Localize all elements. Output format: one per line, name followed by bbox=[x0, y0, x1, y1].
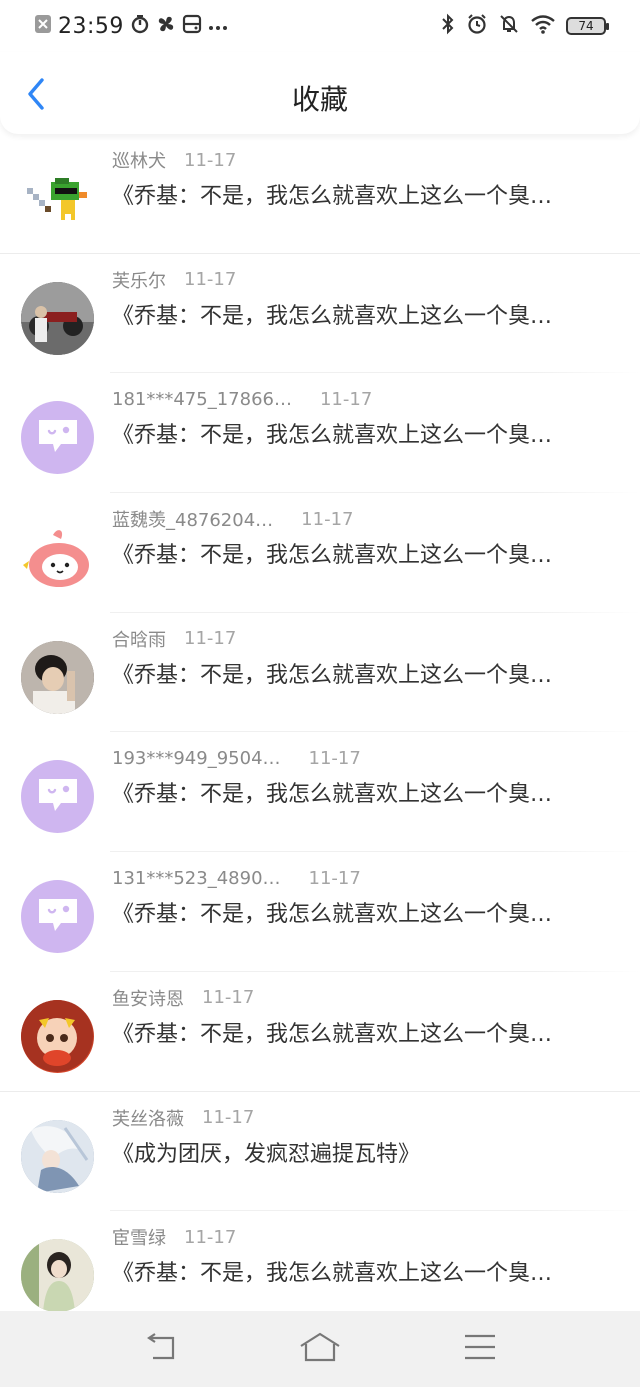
item-meta: 鱼安诗恩 11-17 bbox=[112, 985, 254, 1011]
item-title[interactable]: 《乔基：不是，我怎么就喜欢上这么一个臭… bbox=[112, 1255, 602, 1287]
status-bar: 23:59 74 bbox=[0, 0, 640, 52]
item-title[interactable]: 《乔基：不是，我怎么就喜欢上这么一个臭… bbox=[112, 417, 602, 449]
username[interactable]: 鱼安诗恩 bbox=[112, 985, 184, 1011]
item-title[interactable]: 《乔基：不是，我怎么就喜欢上这么一个臭… bbox=[112, 896, 602, 928]
item-meta: 巡林犬 11-17 bbox=[112, 147, 236, 173]
system-menu-button[interactable] bbox=[460, 1331, 500, 1367]
date: 11-17 bbox=[184, 1226, 237, 1248]
item-title[interactable]: 《成为团厌，发疯怼遍提瓦特》 bbox=[112, 1136, 602, 1168]
date: 11-17 bbox=[319, 388, 373, 410]
item-title[interactable]: 《乔基：不是，我怎么就喜欢上这么一个臭… bbox=[112, 178, 602, 210]
date: 11-17 bbox=[184, 269, 237, 291]
item-meta: 181***475_17866… 11-17 bbox=[112, 386, 372, 412]
list-item[interactable]: 蓝魏羡_4876204… 11-17 《乔基：不是，我怎么就喜欢上这么一个臭… bbox=[0, 493, 640, 613]
item-meta: 131***523_4890… 11-17 bbox=[112, 865, 361, 891]
item-meta: 合晗雨 11-17 bbox=[112, 626, 236, 652]
username[interactable]: 芙丝洛薇 bbox=[112, 1105, 184, 1131]
list-item[interactable]: 宦雪绿 11-17 《乔基：不是，我怎么就喜欢上这么一个臭… bbox=[0, 1211, 640, 1311]
item-title[interactable]: 《乔基：不是，我怎么就喜欢上这么一个臭… bbox=[112, 298, 602, 330]
battery-indicator: 74 bbox=[566, 17, 609, 35]
list-item[interactable]: 131***523_4890… 11-17 《乔基：不是，我怎么就喜欢上这么一个… bbox=[0, 852, 640, 972]
item-meta: 宦雪绿 11-17 bbox=[112, 1224, 236, 1250]
avatar bbox=[21, 521, 94, 595]
date: 11-17 bbox=[308, 747, 361, 769]
avatar bbox=[21, 401, 94, 475]
avatar bbox=[21, 640, 94, 714]
list-item[interactable]: 193***949_9504… 11-17 《乔基：不是，我怎么就喜欢上这么一个… bbox=[0, 732, 640, 852]
username[interactable]: 131***523_4890… bbox=[112, 868, 281, 889]
fan-icon bbox=[156, 14, 176, 38]
date: 11-17 bbox=[202, 1107, 255, 1128]
avatar bbox=[21, 880, 94, 954]
system-home-button[interactable] bbox=[300, 1331, 340, 1367]
item-title[interactable]: 《乔基：不是，我怎么就喜欢上这么一个臭… bbox=[112, 1016, 602, 1048]
bluetooth-icon bbox=[440, 13, 456, 39]
default-avatar-icon bbox=[35, 775, 81, 819]
timer-icon bbox=[130, 14, 150, 38]
alarm-icon bbox=[466, 13, 488, 39]
mute-icon bbox=[498, 13, 520, 39]
notification-close-icon bbox=[34, 14, 52, 38]
status-time: 23:59 bbox=[58, 13, 124, 39]
date: 11-17 bbox=[184, 628, 237, 650]
status-left: 23:59 bbox=[34, 12, 228, 40]
username[interactable]: 蓝魏羡_4876204… bbox=[112, 506, 273, 532]
username[interactable]: 巡林犬 bbox=[112, 147, 166, 173]
item-meta: 芙丝洛薇 11-17 bbox=[112, 1105, 254, 1131]
date: 11-17 bbox=[301, 508, 354, 530]
date: 11-17 bbox=[202, 987, 255, 1009]
status-right: 74 bbox=[440, 12, 609, 40]
nav-bar: 收藏 bbox=[0, 52, 640, 134]
item-title[interactable]: 《乔基：不是，我怎么就喜欢上这么一个臭… bbox=[112, 776, 602, 808]
list-item[interactable]: 芙丝洛薇 11-17 《成为团厌，发疯怼遍提瓦特》 bbox=[0, 1092, 640, 1212]
list-item[interactable]: 合晗雨 11-17 《乔基：不是，我怎么就喜欢上这么一个臭… bbox=[0, 613, 640, 733]
username[interactable]: 合晗雨 bbox=[112, 626, 166, 652]
avatar bbox=[21, 281, 94, 355]
username[interactable]: 宦雪绿 bbox=[112, 1224, 166, 1250]
favorites-list: 巡林犬 11-17 《乔基：不是，我怎么就喜欢上这么一个臭… 芙乐尔 11-17… bbox=[0, 134, 640, 1311]
list-item[interactable]: 芙乐尔 11-17 《乔基：不是，我怎么就喜欢上这么一个臭… bbox=[0, 254, 640, 374]
storage-icon bbox=[182, 14, 202, 38]
list-item[interactable]: 181***475_17866… 11-17 《乔基：不是，我怎么就喜欢上这么一… bbox=[0, 373, 640, 493]
list-item[interactable]: 鱼安诗恩 11-17 《乔基：不是，我怎么就喜欢上这么一个臭… bbox=[0, 972, 640, 1092]
item-meta: 蓝魏羡_4876204… 11-17 bbox=[112, 506, 353, 532]
item-meta: 193***949_9504… 11-17 bbox=[112, 745, 361, 771]
home-icon bbox=[299, 1332, 341, 1366]
default-avatar-icon bbox=[35, 416, 81, 460]
avatar bbox=[21, 760, 94, 834]
wifi-icon bbox=[530, 13, 556, 39]
more-status-icon bbox=[208, 17, 228, 36]
system-back-button[interactable] bbox=[140, 1331, 180, 1367]
avatar bbox=[21, 162, 94, 235]
username[interactable]: 181***475_17866… bbox=[112, 389, 292, 410]
date: 11-17 bbox=[308, 867, 361, 889]
page-title: 收藏 bbox=[291, 83, 348, 116]
list-item[interactable]: 巡林犬 11-17 《乔基：不是，我怎么就喜欢上这么一个臭… bbox=[0, 134, 640, 254]
item-meta: 芙乐尔 11-17 bbox=[112, 267, 236, 293]
item-title[interactable]: 《乔基：不是，我怎么就喜欢上这么一个臭… bbox=[112, 657, 602, 689]
username[interactable]: 芙乐尔 bbox=[112, 267, 166, 293]
default-avatar-icon bbox=[35, 895, 81, 939]
item-title[interactable]: 《乔基：不是，我怎么就喜欢上这么一个臭… bbox=[112, 537, 602, 569]
username[interactable]: 193***949_9504… bbox=[112, 748, 281, 769]
system-nav-bar bbox=[0, 1311, 640, 1387]
date: 11-17 bbox=[184, 149, 237, 171]
return-icon bbox=[143, 1332, 177, 1366]
menu-icon bbox=[463, 1333, 497, 1365]
avatar bbox=[21, 999, 94, 1073]
avatar bbox=[21, 1119, 94, 1193]
avatar bbox=[21, 1239, 94, 1311]
